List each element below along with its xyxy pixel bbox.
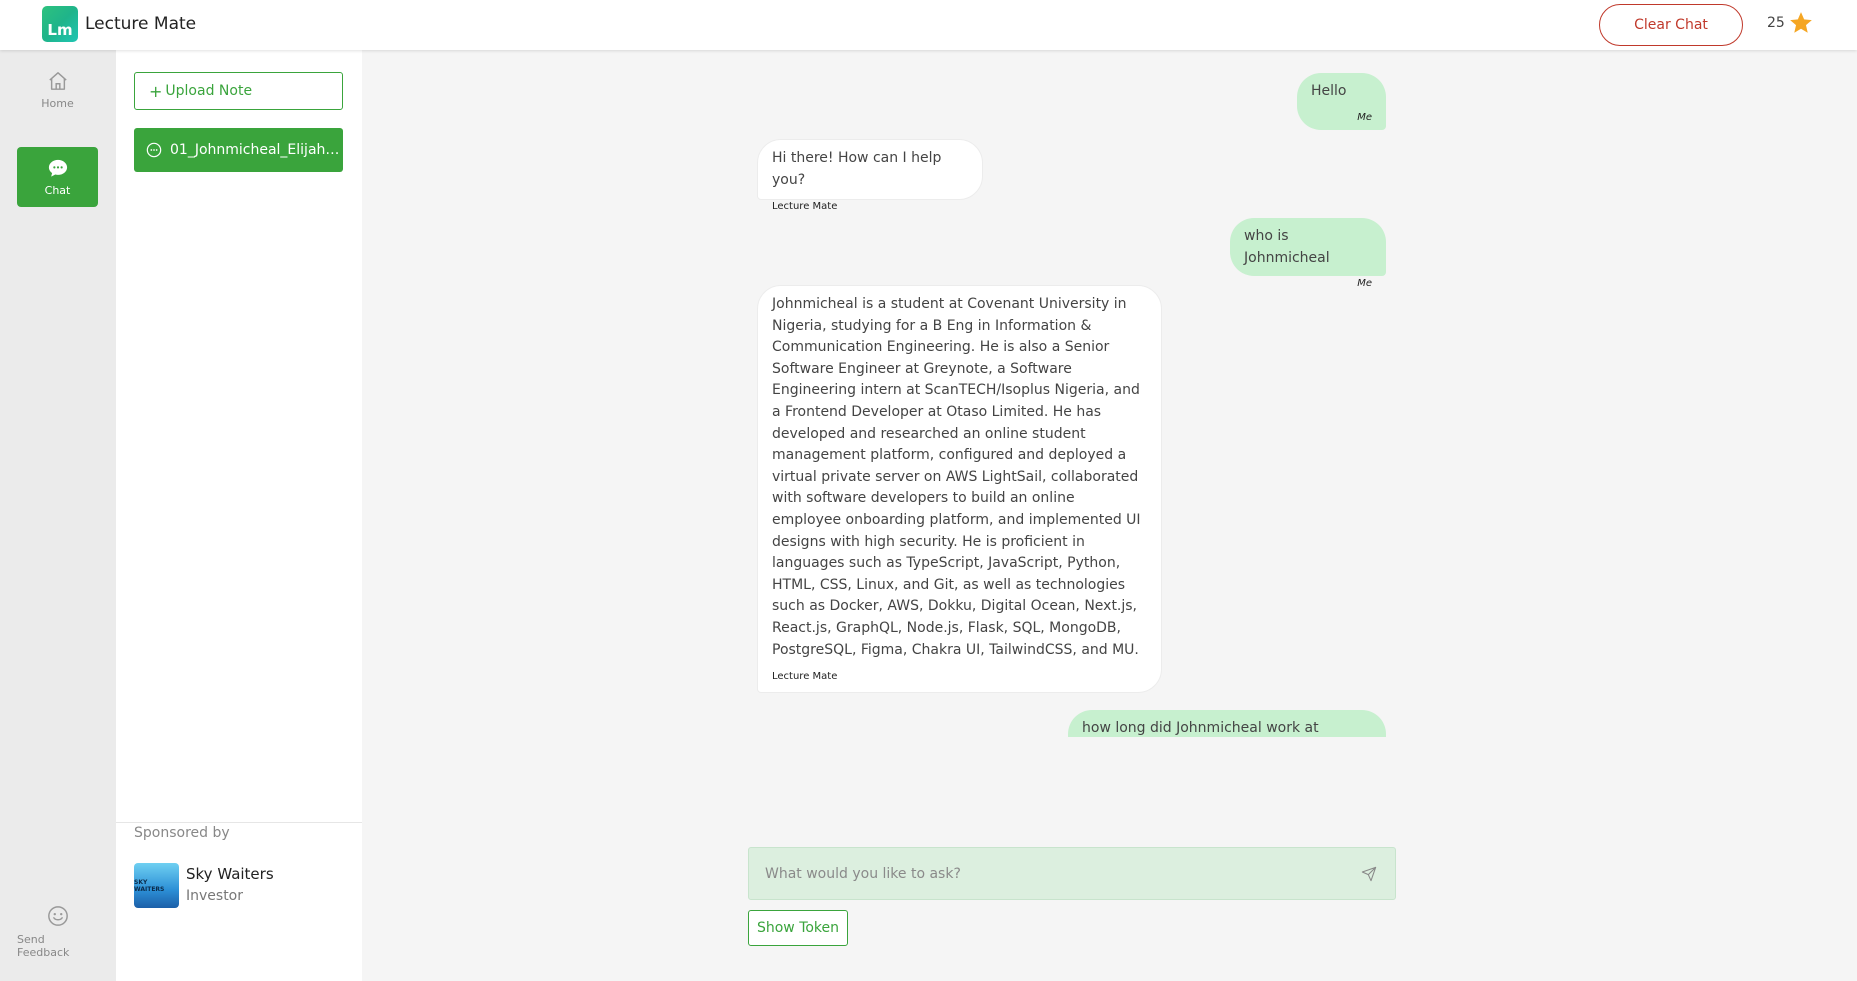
rail-item-home[interactable]: Home	[17, 60, 98, 120]
plus-icon: +	[149, 81, 163, 101]
sponsor-logo[interactable]: SKY WAITERS	[134, 863, 179, 908]
sponsor-role: Investor	[186, 888, 244, 904]
star-icon	[1790, 12, 1812, 33]
rail-item-label: Home	[41, 96, 74, 110]
chat-dots-icon	[146, 142, 162, 158]
send-button[interactable]	[1359, 864, 1379, 884]
top-header: Lm Lecture Mate Clear Chat 25	[0, 0, 1857, 50]
notes-panel: + Upload Note 01_Johnmicheal_Elijah_Resu…	[116, 50, 362, 981]
feedback-label: Send Feedback	[17, 933, 70, 959]
message-sender: Me	[1357, 111, 1372, 123]
message-sender: Lecture Mate	[772, 201, 838, 213]
message-text: Hello	[1311, 83, 1347, 99]
message-text: Johnmicheal is a student at Covenant Uni…	[772, 296, 1141, 658]
nav-rail: Home Chat Send Feedback	[0, 50, 116, 981]
send-feedback-button[interactable]: Send Feedback	[17, 902, 98, 962]
rail-item-chat[interactable]: Chat	[17, 147, 98, 207]
chat-area: Hello Me Hi there! How can I help you? L…	[362, 50, 1857, 981]
home-icon	[48, 71, 67, 90]
clear-chat-button[interactable]: Clear Chat	[1599, 4, 1743, 46]
send-icon	[1361, 866, 1377, 881]
sponsor-logo-text: SKY WAITERS	[134, 878, 165, 893]
chat-bubble-icon	[48, 159, 67, 177]
upload-note-button[interactable]: + Upload Note	[134, 72, 343, 110]
sponsor-label: Sponsored by	[134, 825, 230, 841]
upload-note-label: Upload Note	[165, 83, 253, 99]
smiley-icon	[47, 906, 68, 926]
message-sender: Lecture Mate	[772, 671, 838, 683]
chat-message-bot: Johnmicheal is a student at Covenant Uni…	[757, 285, 1162, 693]
note-item-label: 01_Johnmicheal_Elijah_Resume.pdf	[170, 142, 343, 158]
sponsor-name: Sky Waiters	[186, 865, 274, 883]
chat-message-user: Hello Me	[1297, 73, 1386, 130]
app-logo[interactable]: Lm	[42, 6, 78, 42]
message-text: Hi there! How can I help you?	[772, 150, 942, 188]
logo-text: Lm	[47, 21, 73, 39]
note-item[interactable]: 01_Johnmicheal_Elijah_Resume.pdf	[134, 128, 343, 172]
app-title: Lecture Mate	[85, 14, 197, 34]
chat-message-user: who is Johnmicheal Me	[1230, 218, 1386, 289]
sponsor-divider	[116, 822, 362, 823]
message-sender: Me	[1357, 278, 1372, 290]
rail-item-label: Chat	[44, 183, 71, 197]
chat-composer	[748, 847, 1396, 900]
token-count: 25	[1767, 15, 1785, 31]
show-token-button[interactable]: Show Token	[748, 910, 848, 946]
chat-input[interactable]	[765, 865, 1359, 882]
chat-scroll-mask	[1062, 737, 1402, 797]
message-text: who is Johnmicheal	[1244, 228, 1330, 266]
chat-message-bot: Hi there! How can I help you? Lecture Ma…	[757, 139, 983, 212]
